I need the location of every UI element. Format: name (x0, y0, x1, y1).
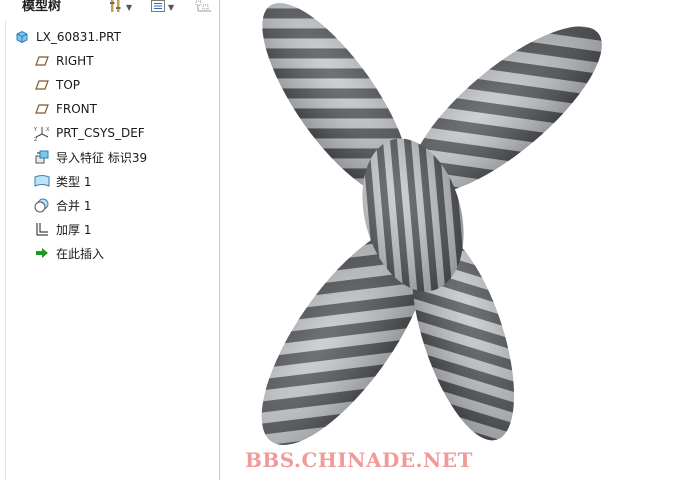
datum-plane-icon (34, 101, 50, 117)
tree-item-label: 加厚 1 (56, 222, 92, 237)
tree-item-label: PRT_CSYS_DEF (56, 126, 145, 140)
settings-icon (108, 0, 124, 16)
tree-item-label: 在此插入 (56, 246, 105, 261)
model-tree-toolbar: 模型树 ▼ ▼ (0, 0, 219, 16)
chevron-down-icon: ▼ (168, 2, 175, 12)
tree-item-label: 导入特征 标识39 (56, 150, 148, 165)
merge-icon (34, 197, 50, 213)
tree-item-part[interactable]: LX_60831.PRT (14, 26, 233, 48)
panel-border (5, 20, 6, 480)
insert-here-arrow-icon (34, 245, 50, 261)
svg-text:X: X (46, 127, 50, 133)
filter-button[interactable] (195, 0, 215, 14)
tree-item-label: RIGHT (56, 54, 94, 68)
import-feature-icon (34, 149, 50, 165)
tree-item-label: LX_60831.PRT (36, 30, 121, 44)
watermark: BBS.CHINADE.NET (245, 448, 473, 472)
chevron-down-icon: ▼ (126, 2, 133, 12)
svg-text:Y: Y (34, 127, 38, 133)
datum-plane-icon (34, 53, 50, 69)
striped-x-model[interactable] (221, 0, 686, 480)
show-icon (150, 0, 166, 16)
model-tree-title: 模型树 (22, 0, 62, 14)
show-button[interactable]: ▼ (150, 0, 174, 14)
datum-plane-icon (34, 77, 50, 93)
graphics-viewport[interactable] (221, 0, 686, 480)
settings-button[interactable]: ▼ (108, 0, 132, 14)
tree-item-label: 类型 1 (56, 174, 92, 189)
part-icon (14, 29, 30, 45)
surface-type-icon (34, 173, 50, 189)
coordinate-system-icon: Y X Z (34, 125, 50, 141)
model-tree-panel: 模型树 ▼ ▼ LX_60831.PRT RIGHT TOP FRONT Y X… (0, 0, 220, 480)
svg-text:Z: Z (34, 137, 38, 141)
tree-item-label: FRONT (56, 102, 97, 116)
filter-icon (195, 0, 215, 16)
tree-item-label: 合并 1 (56, 198, 92, 213)
thicken-icon (34, 221, 50, 237)
tree-item-label: TOP (56, 78, 81, 92)
